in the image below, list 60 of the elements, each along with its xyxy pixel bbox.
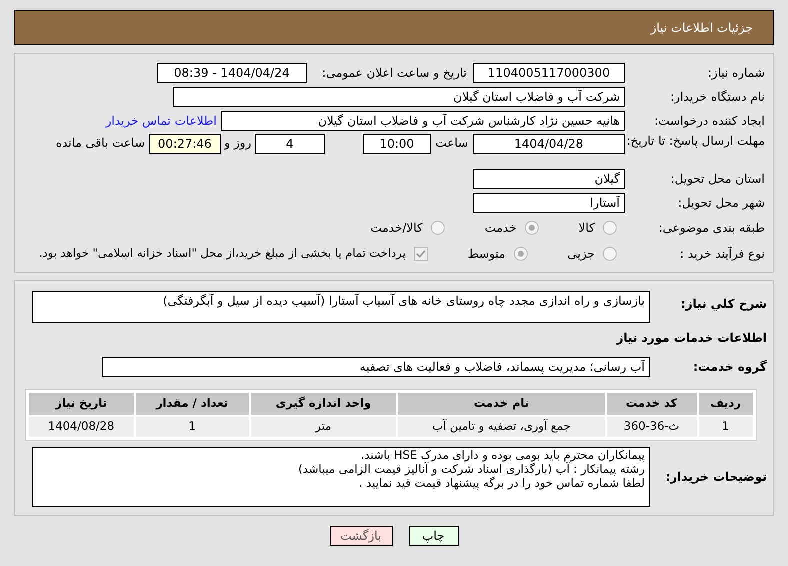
table-cell: 1404/08/28 [29, 417, 134, 437]
radio-label: خدمت [484, 220, 517, 237]
time-field: 10:00 [363, 134, 431, 154]
table-cell: متر [250, 417, 396, 437]
field-label: نام دستگاه خریدار: [670, 90, 765, 104]
table-cell: 1 [698, 417, 753, 437]
buyer-field: شرکت آب و فاضلاب استان گیلان [173, 87, 625, 107]
field-label: گروه خدمت: [692, 359, 767, 376]
note-line: لطفا شماره تماس خود را در برگه پیشنهاد قیمت قید نمایید . [358, 476, 645, 490]
radio-button[interactable] [603, 221, 617, 235]
radio-label: متوسط [468, 246, 506, 263]
column-header: کد خدمت [606, 393, 697, 415]
field-label: شرح کلي نياز: [680, 296, 767, 313]
remaining-time-field: 00:27:46 [149, 134, 221, 154]
requester-field: هانیه حسین نژاد کارشناس شرکت آب و فاضلاب استان گیلان [221, 111, 625, 131]
page-title: جزئیات اطلاعات نیاز [650, 20, 753, 36]
table-cell: جمع آوری، تصفیه و تامین آب [398, 417, 605, 437]
field-label: ساعت باقی مانده [56, 135, 145, 152]
city-field: آستارا [473, 193, 625, 213]
table-cell: 1 [136, 417, 249, 437]
note-line: رشته پیمانکار : آب (بارگذاری اسناد شرکت و آنالیز قیمت الزامی میباشد) [298, 462, 645, 476]
province-field: گیلان [473, 169, 625, 189]
buyer-notes-textarea[interactable]: پیمانکاران محترم باید بومی بوده و دارای مدرک HSE باشند. رشته پیمانکار : آب (بارگذاری اسناد شرکت و آنالیز قیمت الزامی میباشد) لطفا شماره تماس خود را در برگه پیشنهاد قیمت قید نمایید . [32, 447, 650, 507]
column-header: ردیف [698, 393, 753, 415]
table-cell: ث-36-360 [606, 417, 697, 437]
field-label: روز و [223, 135, 252, 152]
column-header: نام خدمت [398, 393, 605, 415]
field-label: توضیحات خریدار: [664, 469, 767, 486]
radio-button[interactable] [603, 247, 617, 261]
print-button[interactable]: چاپ [408, 526, 458, 546]
field-label: شهر محل تحویل: [677, 196, 765, 210]
radio-button[interactable] [430, 221, 445, 235]
summary-textarea[interactable]: بازسازی و راه اندازی مجدد چاه روستای خانه های آسیاب آستارا (آسیب دیده از سیل و آبگرفتگی) [32, 291, 650, 323]
field-label: ساعت [434, 135, 470, 152]
back-button[interactable]: بازگشت [330, 526, 392, 546]
column-header: تعداد / مقدار [136, 393, 249, 415]
contact-link[interactable]: اطلاعات تماس خریدار [106, 112, 217, 130]
column-header: تاریخ نیاز [29, 393, 134, 415]
field-label: ایجاد کننده درخواست: [653, 114, 765, 128]
announce-date-field: 1404/04/24 - 08:39 [157, 63, 307, 83]
field-label: مهلت ارسال پاسخ: تا تاریخ: [626, 134, 765, 149]
radio-label: کالا/خدمت [370, 220, 423, 237]
field-label: تاریخ و ساعت اعلان عمومی: [321, 65, 467, 82]
field-label: استان محل تحویل: [670, 172, 765, 186]
service-group-field: آب رسانی؛ مدیریت پسماند، فاضلاب و فعالیت های تصفیه [102, 357, 650, 377]
radio-label: کالا [578, 220, 595, 237]
field-label: طبقه بندی موضوعی: [658, 220, 765, 236]
days-field: 4 [255, 134, 325, 154]
deadline-date-field: 1404/04/28 [473, 134, 625, 154]
section-title: اطلاعات خدمات مورد نیاز [615, 330, 767, 347]
checkbox[interactable] [414, 247, 428, 261]
field-label: نوع فرآیند خرید : [679, 246, 765, 262]
need-number-field: 1104005117000300 [473, 63, 625, 83]
radio-button[interactable] [514, 247, 528, 261]
note-line: پیمانکاران محترم باید بومی بوده و دارای مدرک HSE باشند. [360, 448, 645, 462]
field-label: شماره نیاز: [707, 66, 765, 80]
radio-label: جزیی [568, 246, 595, 263]
checkbox-label: پرداخت تمام یا بخشی از مبلغ خرید،از محل "اسناد خزانه اسلامی" خواهد بود. [39, 245, 406, 262]
column-header: واحد اندازه گیری [250, 393, 396, 415]
radio-button[interactable] [524, 221, 539, 235]
